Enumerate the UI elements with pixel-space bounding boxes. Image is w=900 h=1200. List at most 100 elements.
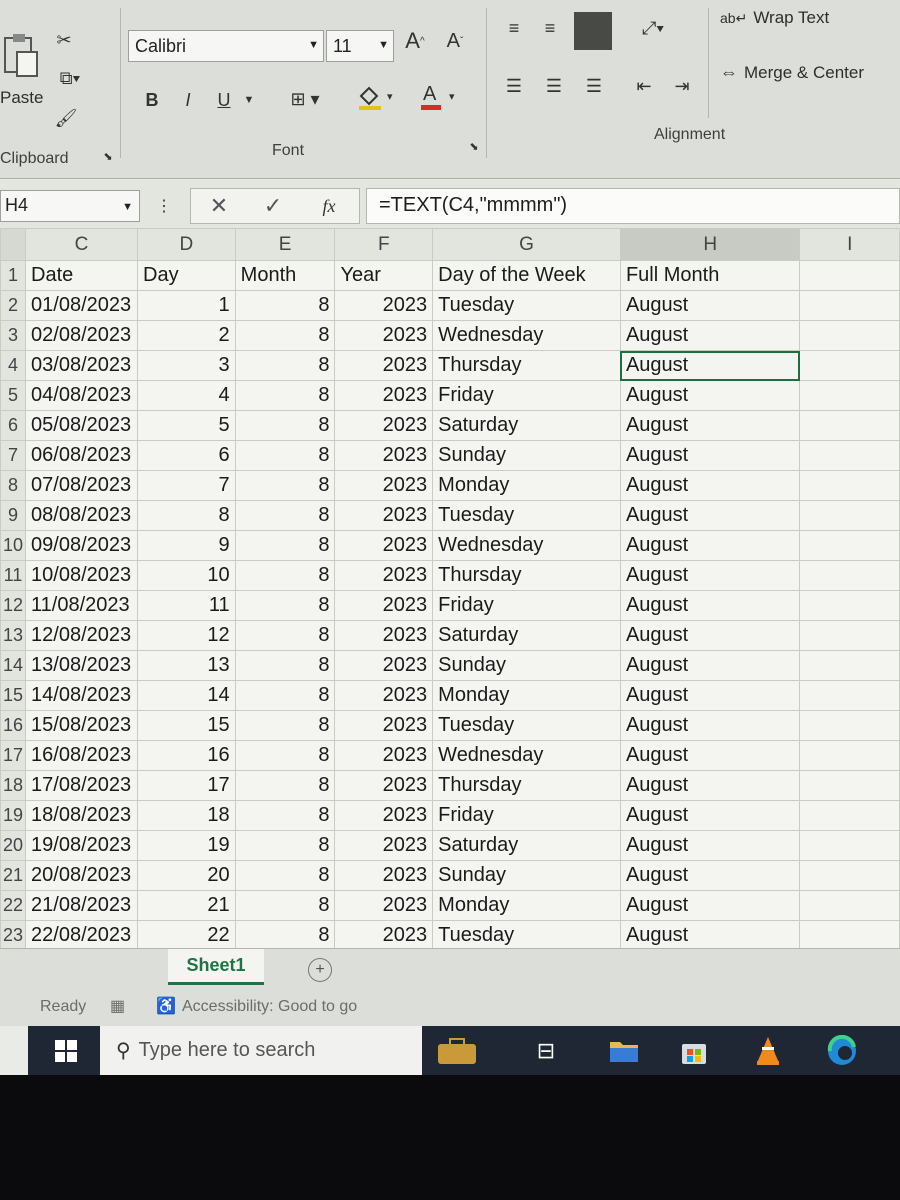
cell[interactable]: 7 [137, 470, 236, 501]
cell[interactable]: 12 [137, 620, 236, 651]
cell[interactable]: 2023 [334, 320, 434, 351]
cell[interactable]: 2023 [334, 350, 434, 381]
cell[interactable]: 8 [234, 350, 336, 381]
cell[interactable]: Day [137, 260, 236, 291]
cell[interactable]: Date [25, 260, 139, 291]
cell[interactable]: August [619, 920, 801, 948]
wrap-text-button[interactable]: ab↵ Wrap Text [720, 8, 829, 28]
cell[interactable]: 20/08/2023 [25, 860, 139, 891]
cell[interactable] [799, 560, 900, 591]
cell[interactable]: 2023 [334, 860, 434, 891]
cell[interactable]: 12/08/2023 [25, 620, 139, 651]
file-explorer-icon[interactable] [606, 1034, 642, 1068]
cell[interactable]: Wednesday [432, 740, 621, 771]
cell[interactable]: 13 [137, 650, 236, 681]
cell[interactable]: 2023 [334, 710, 434, 741]
cell[interactable]: Year [334, 260, 434, 291]
cell[interactable]: 2023 [334, 740, 434, 771]
cell[interactable]: August [619, 740, 801, 771]
cell[interactable]: Monday [432, 470, 621, 501]
cell[interactable]: 2023 [334, 560, 434, 591]
cell[interactable]: 2023 [334, 410, 434, 441]
row-header[interactable]: 4 [0, 350, 27, 381]
cell[interactable]: Sunday [432, 440, 621, 471]
cell[interactable]: 8 [234, 800, 336, 831]
cell[interactable]: 18/08/2023 [25, 800, 139, 831]
font-dialog-launcher-icon[interactable]: ⬊ [466, 138, 482, 154]
cell[interactable]: 8 [234, 920, 336, 948]
cell[interactable]: 20 [137, 860, 236, 891]
cell[interactable]: 10 [137, 560, 236, 591]
cell[interactable]: 8 [234, 290, 336, 321]
cell[interactable]: 15 [137, 710, 236, 741]
cell[interactable] [799, 320, 900, 351]
row-header[interactable]: 22 [0, 890, 27, 921]
cell[interactable]: 10/08/2023 [25, 560, 139, 591]
decrease-indent-icon[interactable]: ⇤ [630, 72, 658, 100]
cell[interactable] [799, 440, 900, 471]
cell[interactable]: 5 [137, 410, 236, 441]
edge-icon[interactable] [824, 1034, 860, 1068]
cell[interactable]: 8 [234, 470, 336, 501]
cell[interactable]: Monday [432, 890, 621, 921]
cell[interactable]: Sunday [432, 860, 621, 891]
cell[interactable] [799, 770, 900, 801]
cell[interactable] [799, 680, 900, 711]
orientation-icon[interactable]: ⤢▾ [628, 14, 678, 42]
increase-font-size-icon[interactable]: A ^ [400, 26, 430, 56]
row-header[interactable]: 16 [0, 710, 27, 741]
cell[interactable]: August [619, 800, 801, 831]
cell[interactable]: 2023 [334, 470, 434, 501]
cancel-icon[interactable]: ✕ [205, 192, 233, 220]
row-header[interactable]: 15 [0, 680, 27, 711]
cell[interactable]: 16 [137, 740, 236, 771]
cell[interactable]: 19/08/2023 [25, 830, 139, 861]
briefcase-icon[interactable] [434, 1034, 480, 1068]
cell[interactable]: 2023 [334, 890, 434, 921]
cell[interactable]: 3 [137, 350, 236, 381]
cell[interactable]: August [619, 440, 801, 471]
cell[interactable]: Thursday [432, 560, 621, 591]
row-header[interactable]: 14 [0, 650, 27, 681]
cell[interactable]: August [619, 380, 801, 411]
fill-color-icon[interactable]: ▾ [352, 80, 402, 114]
decrease-font-size-icon[interactable]: Aˇ [440, 26, 470, 56]
cell[interactable]: 8 [234, 590, 336, 621]
cell[interactable]: August [619, 680, 801, 711]
cell[interactable] [799, 500, 900, 531]
cell[interactable]: 2023 [334, 590, 434, 621]
cell[interactable]: 15/08/2023 [25, 710, 139, 741]
row-header[interactable]: 8 [0, 470, 27, 501]
row-header[interactable]: 3 [0, 320, 27, 351]
cell[interactable]: August [619, 890, 801, 921]
cell[interactable]: August [619, 830, 801, 861]
cell[interactable]: Saturday [432, 410, 621, 441]
row-header[interactable]: 7 [0, 440, 27, 471]
cell[interactable] [799, 650, 900, 681]
cell[interactable]: 8 [234, 560, 336, 591]
task-view-icon[interactable]: ⊟ [528, 1034, 564, 1068]
cell[interactable]: August [619, 650, 801, 681]
cell[interactable]: August [619, 710, 801, 741]
worksheet-grid[interactable]: C D E F G H I 1 Date Day Month Year Day … [0, 228, 900, 948]
cell[interactable]: 11/08/2023 [25, 590, 139, 621]
cell[interactable]: 2 [137, 320, 236, 351]
cell[interactable]: 17/08/2023 [25, 770, 139, 801]
cell[interactable]: Day of the Week [432, 260, 621, 291]
cell[interactable]: August [619, 620, 801, 651]
cell[interactable] [799, 620, 900, 651]
row-header[interactable]: 11 [0, 560, 27, 591]
column-header[interactable]: C [25, 228, 139, 261]
row-header[interactable]: 5 [0, 380, 27, 411]
accessibility-status[interactable]: Accessibility: Good to go [182, 998, 357, 1016]
chevron-down-icon[interactable]: ▼ [240, 86, 258, 114]
cell[interactable]: 2023 [334, 500, 434, 531]
row-header[interactable]: 13 [0, 620, 27, 651]
cell[interactable]: 22/08/2023 [25, 920, 139, 948]
cell[interactable]: Tuesday [432, 710, 621, 741]
cell[interactable] [799, 260, 900, 291]
cell[interactable]: Friday [432, 590, 621, 621]
cell[interactable]: 8 [137, 500, 236, 531]
more-options-icon[interactable]: ⋮ [156, 192, 172, 220]
cell[interactable] [799, 830, 900, 861]
